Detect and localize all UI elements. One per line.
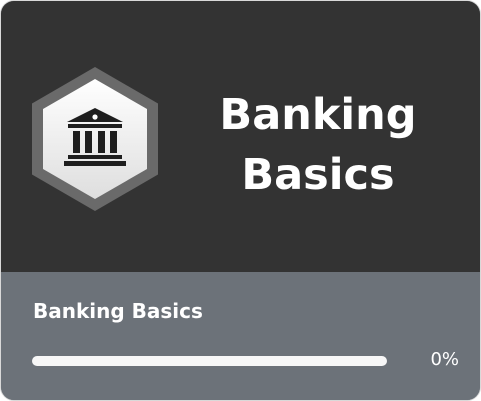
banner-title-line-2: Basics [241, 150, 395, 200]
progress-percent: 0% [430, 349, 459, 370]
card-footer: Banking Basics 0% [1, 272, 480, 400]
banner-title: Banking Basics [201, 85, 435, 205]
course-card[interactable]: Banking Basics Banking Basics 0% [0, 0, 481, 401]
course-banner[interactable]: Banking Basics [1, 1, 480, 272]
progress-bar [32, 356, 387, 366]
bank-icon [32, 67, 158, 211]
course-title[interactable]: Banking Basics [33, 298, 203, 324]
banner-title-line-1: Banking [219, 90, 417, 140]
